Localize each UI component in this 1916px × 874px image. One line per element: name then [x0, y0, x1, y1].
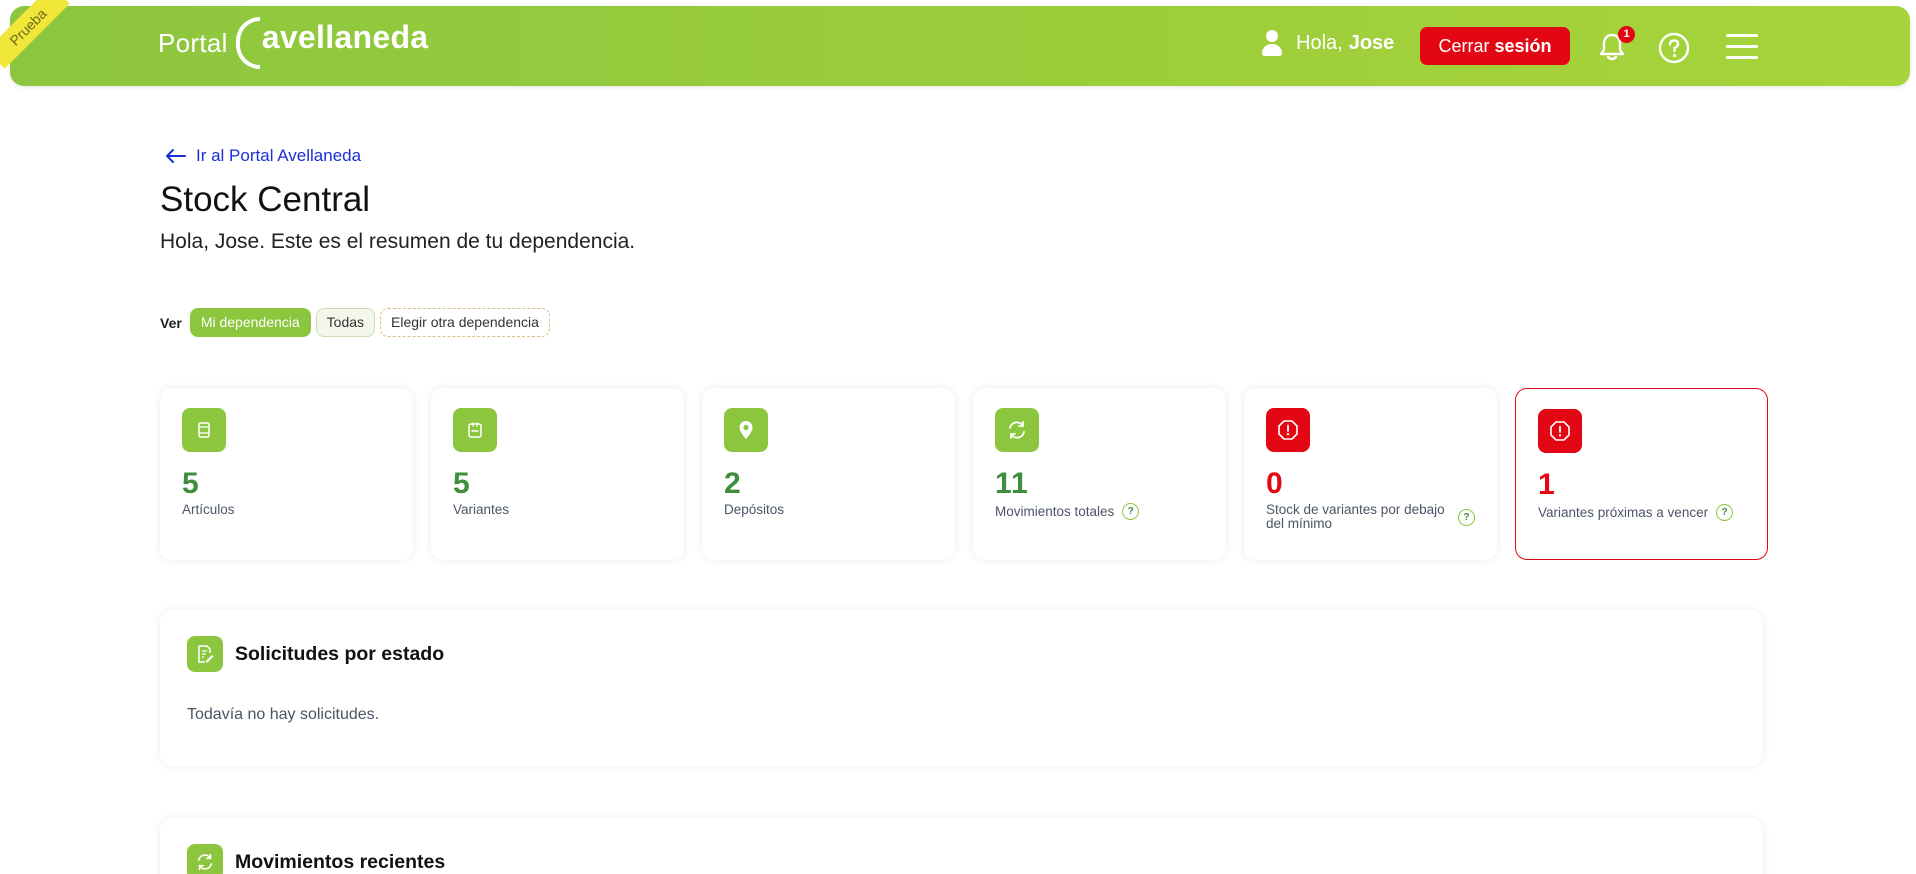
recent-movements-panel: Movimientos recientes: [160, 818, 1763, 874]
greeting-text: Hola,: [1296, 31, 1343, 54]
back-link-label: Ir al Portal Avellaneda: [196, 146, 362, 165]
notifications-button[interactable]: 1: [1598, 26, 1635, 62]
stat-label: Depósitos: [724, 502, 785, 517]
warning-icon: [1266, 408, 1310, 452]
empty-state-text: Todavía no hay solicitudes.: [187, 706, 380, 723]
stat-card-deposits[interactable]: 2 Depósitos: [702, 388, 955, 560]
stat-label: Movimientos totales?: [995, 503, 1204, 520]
portal-logo[interactable]: Portal avellaneda: [158, 17, 429, 69]
user-greeting[interactable]: Hola, Jose: [1262, 30, 1394, 56]
stat-card-variants[interactable]: 5 Variantes: [431, 388, 684, 560]
stat-label: Variantes próximas a vencer?: [1538, 504, 1745, 521]
help-question-icon[interactable]: ?: [1122, 503, 1140, 520]
stat-label: Stock de variantes por debajo del mínimo…: [1266, 503, 1475, 531]
logo-arc-mark: [235, 17, 260, 69]
stat-value: 2: [724, 467, 742, 500]
panel-header: Solicitudes por estado: [187, 636, 444, 672]
stat-value: 5: [182, 467, 200, 500]
hamburger-menu-icon[interactable]: [1726, 34, 1758, 60]
help-icon: [1658, 32, 1690, 64]
logo-brand-text: avellaneda: [261, 18, 429, 55]
stats-cards: 5 Artículos 5 Variantes 2 Depósitos 11 M…: [160, 388, 1768, 560]
variant-icon: [453, 408, 497, 452]
logo-portal-text: Portal: [158, 27, 228, 58]
requests-by-status-panel: Solicitudes por estado Todavía no hay so…: [160, 610, 1763, 766]
stat-card-movements[interactable]: 11 Movimientos totales?: [973, 388, 1226, 560]
user-icon: [1262, 30, 1282, 56]
stat-card-articles[interactable]: 5 Artículos: [160, 388, 413, 560]
filter-label: Ver: [160, 314, 182, 331]
location-pin-icon: [724, 408, 768, 452]
user-name: Jose: [1348, 31, 1395, 54]
stat-label: Artículos: [182, 502, 235, 517]
logout-label-bold: sesión: [1494, 36, 1552, 56]
panel-title: Movimientos recientes: [235, 850, 446, 873]
stat-value: 1: [1538, 468, 1556, 501]
logout-button[interactable]: Cerrar sesión: [1420, 27, 1570, 65]
arrow-left-icon: [166, 149, 186, 163]
article-icon: [182, 408, 226, 452]
stat-label: Variantes: [453, 502, 510, 517]
stat-value: 11: [995, 467, 1029, 500]
document-edit-icon: [187, 636, 223, 672]
stat-value: 0: [1266, 467, 1284, 500]
panel-header: Movimientos recientes: [187, 844, 445, 874]
refresh-icon: [995, 408, 1039, 452]
refresh-icon: [187, 844, 223, 874]
filter-my-dependency[interactable]: Mi dependencia: [189, 308, 311, 337]
filter-choose-dependency[interactable]: Elegir otra dependencia: [380, 308, 550, 337]
page-title: Stock Central: [160, 180, 371, 219]
back-to-portal-link[interactable]: Ir al Portal Avellaneda: [164, 146, 361, 166]
notification-count-badge: 1: [1618, 26, 1635, 43]
stat-card-expiring-variants[interactable]: 1 Variantes próximas a vencer?: [1515, 388, 1768, 560]
help-question-icon[interactable]: ?: [1458, 508, 1475, 526]
page-subtitle: Hola, Jose. Este es el resumen de tu dep…: [160, 230, 636, 253]
scope-filter: Ver Mi dependencia Todas Elegir otra dep…: [160, 308, 555, 337]
help-button[interactable]: [1658, 32, 1690, 64]
filter-all[interactable]: Todas: [315, 308, 376, 337]
panel-title: Solicitudes por estado: [235, 642, 445, 665]
logout-label: Cerrar: [1438, 36, 1490, 56]
warning-icon: [1538, 409, 1582, 453]
help-question-icon[interactable]: ?: [1716, 504, 1734, 521]
stat-value: 5: [453, 467, 471, 500]
stat-card-below-minimum[interactable]: 0 Stock de variantes por debajo del míni…: [1244, 388, 1497, 560]
